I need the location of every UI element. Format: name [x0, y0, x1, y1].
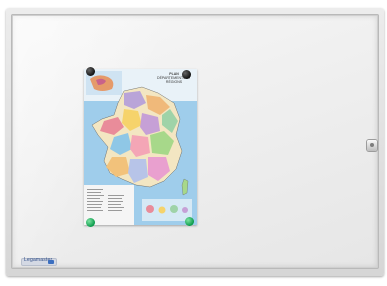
lock-icon[interactable] — [367, 140, 377, 151]
france-map-poster: PLAN DÉPARTEMENTS ET RÉGIONS — [84, 69, 197, 225]
magnet-bottom-right[interactable] — [185, 217, 194, 226]
magnet-top-right[interactable] — [182, 70, 191, 79]
brand-label: Legamaster — [22, 257, 56, 265]
magnet-bottom-left[interactable] — [86, 218, 95, 227]
brand-logo-icon — [48, 260, 54, 264]
magnet-top-left[interactable] — [86, 67, 95, 76]
france-map-icon — [84, 69, 197, 225]
